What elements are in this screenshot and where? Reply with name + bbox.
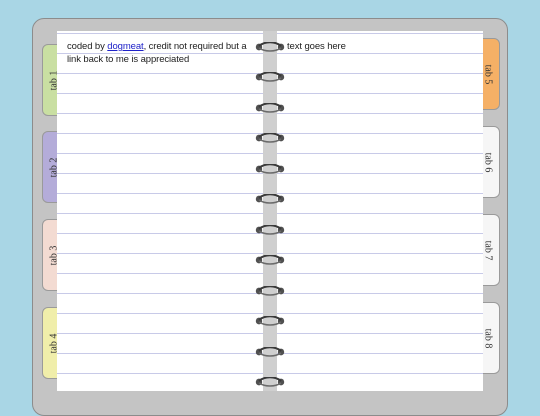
binder-ring-icon (255, 222, 285, 235)
binder-ring-icon (255, 191, 285, 204)
binder-ring-icon (255, 283, 285, 296)
tab-7-label: tab 7 (482, 240, 494, 260)
credit-text-start: coded by (67, 41, 108, 52)
binder-ring-icon (255, 39, 285, 52)
binding-gutter (263, 31, 277, 391)
binder-ring-icon (255, 130, 285, 143)
right-page-text: text goes here (287, 41, 346, 52)
left-page: coded by dogmeat, credit not required bu… (57, 31, 263, 391)
tab-6-label: tab 6 (482, 152, 494, 172)
binder-ring-icon (255, 313, 285, 326)
right-page: text goes here (277, 31, 483, 391)
binder-ring-icon (255, 374, 285, 387)
binder-ring-icon (255, 344, 285, 357)
tab-5-label: tab 5 (482, 64, 494, 84)
binder-ring-icon (255, 252, 285, 265)
left-page-text: coded by dogmeat, credit not required bu… (67, 40, 255, 66)
binder-ring-icon (255, 69, 285, 82)
tab-8-label: tab 8 (482, 328, 494, 348)
binder-ring-icon (255, 100, 285, 113)
binder-ring-icon (255, 161, 285, 174)
credit-link[interactable]: dogmeat (107, 41, 143, 52)
